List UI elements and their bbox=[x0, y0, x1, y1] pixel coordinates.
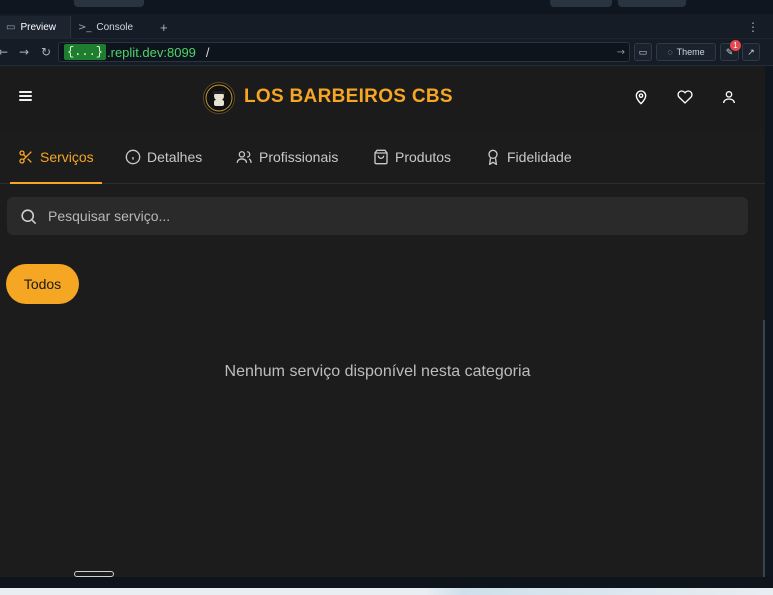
url-host: .replit.dev:8099 bbox=[107, 44, 196, 60]
monitor-icon: ▭ bbox=[6, 21, 16, 33]
terminal-icon: >_ bbox=[78, 21, 92, 33]
tab-profissionais[interactable]: Profissionais bbox=[236, 130, 338, 183]
tab-hint bbox=[618, 0, 686, 7]
category-chip-todos[interactable]: Todos bbox=[6, 264, 79, 304]
new-tab-button[interactable]: + bbox=[160, 16, 168, 38]
url-badge: {...} bbox=[64, 44, 107, 60]
theme-label: Theme bbox=[676, 47, 705, 57]
open-external-icon[interactable]: ↗ bbox=[742, 43, 760, 61]
theme-button[interactable]: ◌ Theme bbox=[656, 43, 716, 61]
users-icon bbox=[236, 150, 252, 163]
devices-icon[interactable]: ▭ bbox=[634, 43, 652, 61]
url-field[interactable]: {...} .replit.dev:8099 / → bbox=[58, 42, 630, 62]
reload-icon[interactable]: ↻ bbox=[37, 43, 55, 61]
search-icon bbox=[21, 208, 37, 224]
url-path: / bbox=[205, 44, 210, 60]
user-icon[interactable] bbox=[721, 89, 737, 105]
map-pin-icon[interactable] bbox=[633, 89, 649, 105]
tab-label: Produtos bbox=[395, 148, 452, 165]
tab-produtos[interactable]: Produtos bbox=[373, 130, 451, 183]
scissors-icon bbox=[19, 149, 32, 164]
info-icon bbox=[125, 149, 141, 164]
more-vertical-icon[interactable]: ⋮ bbox=[747, 16, 759, 38]
app-header: LOS BARBEIROS CBS bbox=[0, 66, 765, 130]
scrollbar[interactable] bbox=[763, 320, 765, 577]
menu-icon[interactable] bbox=[19, 91, 32, 101]
devtools-button[interactable]: ✎ 1 bbox=[720, 40, 741, 61]
tab-label: Preview bbox=[20, 21, 57, 33]
tab-preview[interactable]: ▭ Preview bbox=[0, 16, 71, 38]
tab-label: Console bbox=[96, 21, 134, 33]
tab-label: Fidelidade bbox=[507, 148, 572, 165]
shopping-bag-icon bbox=[374, 149, 388, 164]
browser-tab-bar: ▭ Preview >_ Console + ⋮ bbox=[0, 14, 773, 39]
tab-hint bbox=[550, 0, 612, 7]
tab-console[interactable]: >_ Console bbox=[72, 16, 152, 38]
app-viewport: LOS BARBEIROS CBS Serviços Detalhes Prof… bbox=[0, 66, 765, 577]
notification-badge: 1 bbox=[730, 40, 741, 51]
section-tabs: Serviços Detalhes Profissionais Produtos… bbox=[0, 130, 765, 184]
tab-detalhes[interactable]: Detalhes bbox=[125, 130, 202, 183]
url-bar: ← → ↻ {...} .replit.dev:8099 / → ▭ ◌ The… bbox=[0, 39, 773, 66]
palette-icon: ◌ bbox=[667, 47, 673, 57]
tab-label: Detalhes bbox=[147, 148, 203, 165]
award-icon bbox=[488, 149, 498, 165]
taskbar-strip bbox=[0, 588, 773, 595]
brand-title: LOS BARBEIROS CBS bbox=[244, 86, 453, 107]
tab-label: Serviços bbox=[40, 148, 94, 165]
tab-label: Profissionais bbox=[259, 148, 339, 165]
brand-logo bbox=[203, 82, 235, 114]
page-right-edge bbox=[765, 66, 773, 577]
go-arrow-icon[interactable]: → bbox=[617, 47, 625, 58]
empty-state-message: Nenhum serviço disponível nesta categori… bbox=[224, 363, 531, 380]
back-arrow-icon[interactable]: ← bbox=[0, 43, 12, 61]
heart-icon[interactable] bbox=[677, 89, 693, 105]
tab-hint bbox=[74, 0, 144, 7]
forward-arrow-icon[interactable]: → bbox=[15, 43, 33, 61]
window-top-strip bbox=[0, 0, 773, 14]
search-input[interactable] bbox=[46, 207, 700, 225]
tab-servicos[interactable]: Serviços bbox=[10, 130, 102, 184]
tab-fidelidade[interactable]: Fidelidade bbox=[485, 130, 572, 183]
service-search bbox=[7, 197, 748, 235]
